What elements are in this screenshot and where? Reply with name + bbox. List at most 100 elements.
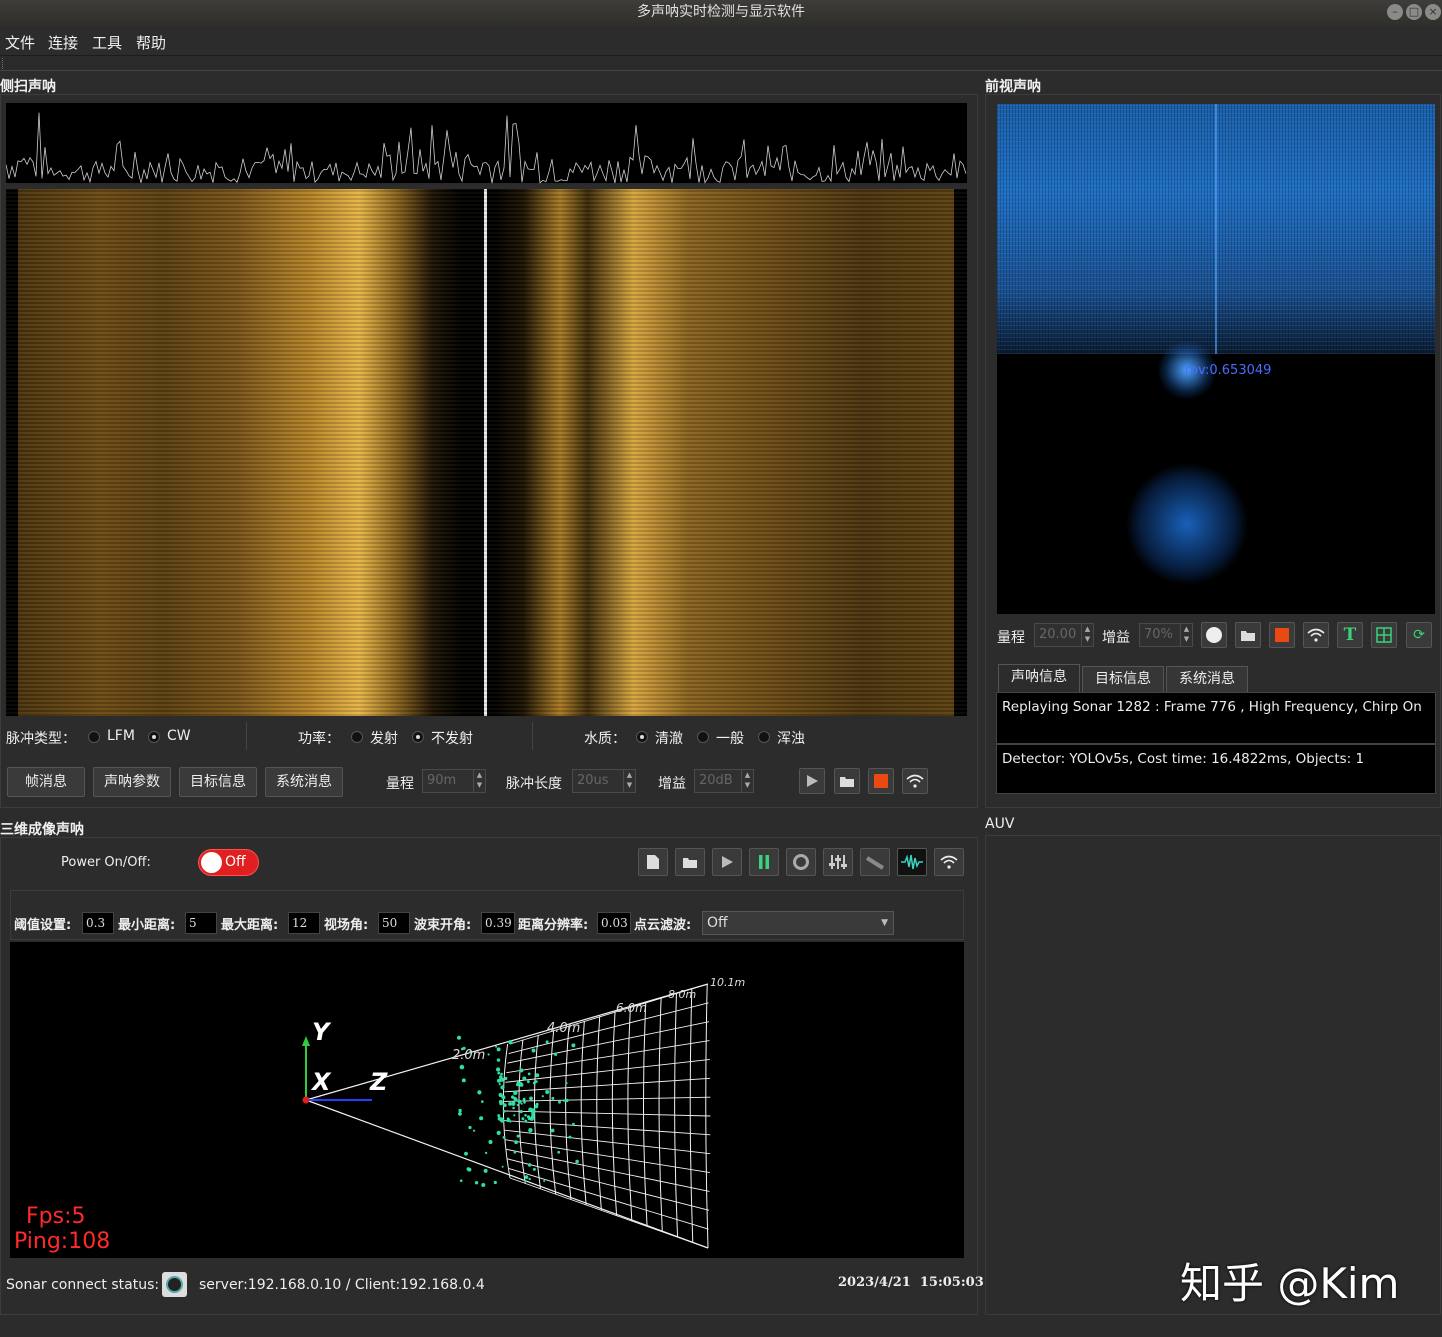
point-cloud-point bbox=[464, 1151, 468, 1156]
forward-title: 前视声呐 bbox=[985, 79, 1041, 95]
system-msg-button[interactable]: 系统消息 bbox=[265, 767, 343, 797]
point-cloud-point bbox=[459, 1179, 463, 1182]
grid-label-10m: 10.1m bbox=[710, 976, 745, 989]
point-cloud-point bbox=[545, 1090, 550, 1094]
record-circle-icon[interactable] bbox=[1201, 622, 1227, 648]
grid-label-4m: 4.0m bbox=[547, 1021, 580, 1036]
minimize-icon[interactable]: – bbox=[1387, 4, 1403, 20]
grid-icon[interactable] bbox=[1371, 622, 1397, 648]
power-icon[interactable] bbox=[786, 848, 816, 876]
resolution-input[interactable]: 0.03 bbox=[597, 912, 631, 934]
new-file-icon[interactable] bbox=[638, 848, 668, 876]
sonar-info-text: Replaying Sonar 1282 : Frame 776 , High … bbox=[996, 692, 1436, 744]
forward-gain-spinbox[interactable]: 70% ▲ ▼ bbox=[1139, 623, 1193, 647]
point-cloud-point bbox=[502, 1103, 507, 1108]
play-icon[interactable] bbox=[712, 848, 742, 876]
origin-marker bbox=[302, 1096, 310, 1104]
open-folder-icon[interactable] bbox=[675, 848, 705, 876]
point-cloud-point bbox=[532, 1115, 535, 1118]
watermark-text: 知乎 @Kim bbox=[1180, 1259, 1400, 1308]
axis-x-label: X bbox=[310, 1068, 332, 1096]
text-tool-icon[interactable]: T bbox=[1337, 622, 1363, 648]
range-spinbox[interactable]: 90m ▲ ▼ bbox=[422, 769, 486, 793]
tab-target-info[interactable]: 目标信息 bbox=[1082, 666, 1164, 692]
power-off-radio[interactable] bbox=[412, 731, 424, 743]
waveform-icon[interactable] bbox=[897, 848, 927, 876]
spin-arrows-icon[interactable]: ▲ ▼ bbox=[1180, 624, 1192, 646]
tab-sonar-info[interactable]: 声呐信息 bbox=[998, 664, 1080, 692]
stop-icon[interactable] bbox=[868, 768, 894, 794]
menu-help[interactable]: 帮助 bbox=[136, 32, 166, 53]
power-toggle[interactable]: Off bbox=[198, 849, 259, 876]
toolbar-grip[interactable] bbox=[2, 58, 5, 69]
point-cloud-point bbox=[575, 1159, 579, 1164]
pulse-length-spinbox[interactable]: 20us ▲ ▼ bbox=[572, 769, 636, 793]
spin-arrows-icon[interactable]: ▲ ▼ bbox=[473, 770, 485, 792]
pulse-cw-radio[interactable] bbox=[148, 731, 160, 743]
menu-file[interactable]: 文件 bbox=[5, 32, 35, 53]
point-cloud-point bbox=[519, 1068, 524, 1073]
point-cloud-point bbox=[553, 1052, 558, 1056]
sonar-probe-icon[interactable] bbox=[860, 848, 890, 876]
forward-range-spinbox[interactable]: 20.00 ▲ ▼ bbox=[1034, 623, 1094, 647]
point-cloud-point bbox=[484, 1151, 488, 1155]
power-on-radio[interactable] bbox=[351, 731, 363, 743]
open-folder-icon[interactable] bbox=[834, 768, 860, 794]
water-normal-radio[interactable] bbox=[697, 731, 709, 743]
water-turbid-radio[interactable] bbox=[758, 731, 770, 743]
wifi-icon[interactable] bbox=[1303, 622, 1329, 648]
forward-sonar-image: rov:0.653049 bbox=[997, 104, 1435, 614]
spin-arrows-icon[interactable]: ▲ ▼ bbox=[623, 770, 635, 792]
connect-status-label: Sonar connect status: bbox=[6, 1277, 160, 1293]
frame-info-button[interactable]: 帧消息 bbox=[7, 767, 85, 797]
open-folder-icon[interactable] bbox=[1235, 622, 1261, 648]
max-dist-input[interactable]: 12 bbox=[288, 912, 320, 934]
pulse-type-label: 脉冲类型： bbox=[6, 731, 76, 747]
tab-system-msg[interactable]: 系统消息 bbox=[1166, 666, 1248, 692]
point-cloud-point bbox=[541, 1095, 544, 1098]
wifi-icon[interactable] bbox=[902, 768, 928, 794]
pointcloud-viewport[interactable]: Y X Z 2.0m 4.0m 6.0m 8.0m 10.1m Fps:5 Pi… bbox=[10, 942, 964, 1258]
point-cloud-point bbox=[501, 1165, 504, 1168]
spin-arrows-icon[interactable]: ▲ ▼ bbox=[741, 770, 753, 792]
point-cloud-point bbox=[483, 1168, 488, 1173]
sonar-params-button[interactable]: 声呐参数 bbox=[93, 767, 171, 797]
maximize-icon[interactable]: □ bbox=[1406, 4, 1422, 20]
stop-icon[interactable] bbox=[1269, 622, 1295, 648]
threshold-input[interactable]: 0.3 bbox=[82, 912, 114, 934]
play-icon[interactable] bbox=[799, 768, 825, 794]
point-cloud-point bbox=[461, 1078, 466, 1083]
resolution-label: 距离分辨率: bbox=[518, 918, 589, 933]
min-dist-input[interactable]: 5 bbox=[185, 912, 217, 934]
target-info-button[interactable]: 目标信息 bbox=[179, 767, 257, 797]
point-cloud-point bbox=[481, 1100, 484, 1103]
point-cloud-point bbox=[509, 1120, 512, 1123]
point-cloud-point bbox=[527, 1163, 532, 1167]
water-clear-radio[interactable] bbox=[636, 731, 648, 743]
point-cloud-point bbox=[529, 1096, 533, 1101]
point-cloud-point bbox=[520, 1102, 523, 1105]
wifi-icon[interactable] bbox=[934, 848, 964, 876]
point-cloud-point bbox=[458, 1108, 462, 1113]
point-cloud-point bbox=[523, 1101, 526, 1104]
gain-spinbox[interactable]: 20dB ▲ ▼ bbox=[694, 769, 754, 793]
pulse-lfm-radio[interactable] bbox=[88, 731, 100, 743]
pulse-length-value: 20us bbox=[577, 773, 609, 788]
fan-grid-line bbox=[504, 1096, 711, 1102]
point-cloud-point bbox=[557, 1150, 561, 1154]
menu-tools[interactable]: 工具 bbox=[92, 32, 122, 53]
filter-select[interactable]: Off ▼ bbox=[702, 911, 894, 935]
close-icon[interactable]: × bbox=[1425, 4, 1441, 20]
beam-input[interactable]: 0.39 bbox=[481, 912, 515, 934]
point-cloud-point bbox=[519, 1082, 524, 1087]
fov-input[interactable]: 50 bbox=[378, 912, 410, 934]
menu-connect[interactable]: 连接 bbox=[48, 32, 78, 53]
fov-label: 视场角: bbox=[324, 918, 369, 933]
grid-label-8m: 8.0m bbox=[668, 988, 696, 1001]
spin-arrows-icon[interactable]: ▲ ▼ bbox=[1081, 624, 1093, 646]
refresh-icon[interactable]: ⟳ bbox=[1406, 622, 1432, 648]
divider bbox=[532, 722, 533, 750]
equalizer-icon[interactable] bbox=[823, 848, 853, 876]
point-cloud-point bbox=[500, 1085, 505, 1090]
pause-icon[interactable] bbox=[749, 848, 779, 876]
